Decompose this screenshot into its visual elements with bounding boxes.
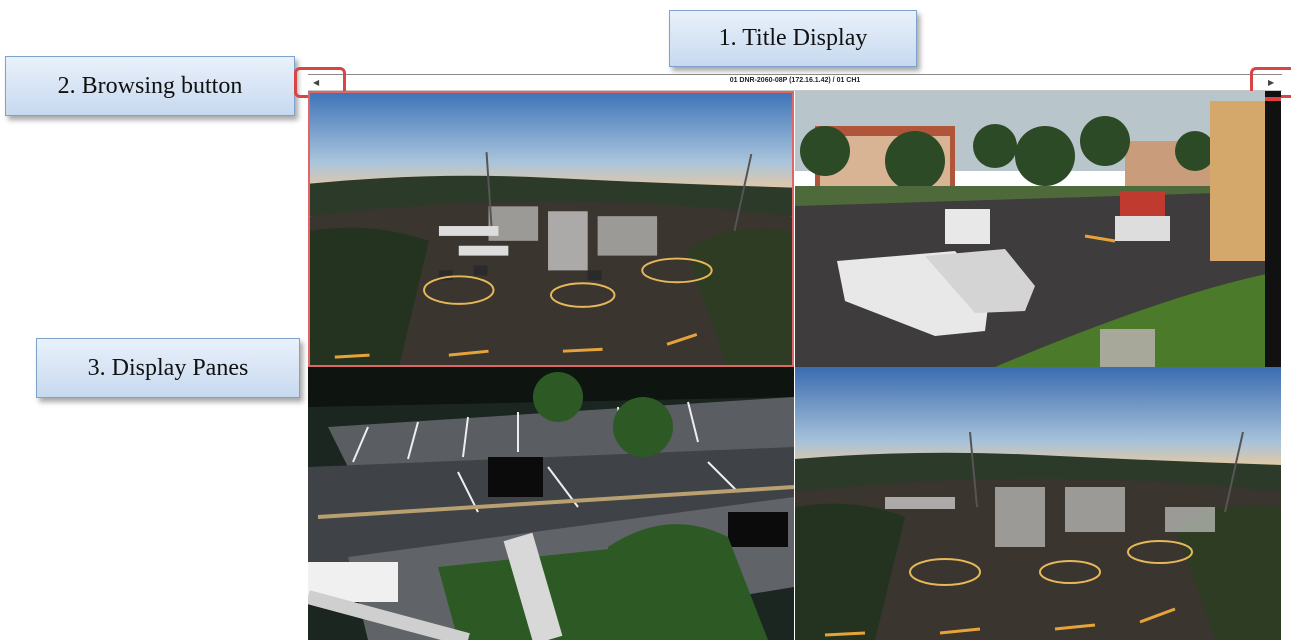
browsing-button-callout-label: 2. Browsing button	[57, 72, 243, 99]
camera-feed-night-lot-image	[308, 367, 794, 640]
display-panes-callout: 3. Display Panes	[36, 338, 300, 398]
chevron-left-icon: ◀	[313, 77, 320, 87]
display-panes-callout-label: 3. Display Panes	[87, 354, 249, 381]
display-pane-4[interactable]	[795, 367, 1281, 640]
browsing-button-callout: 2. Browsing button	[5, 56, 295, 116]
display-pane-1[interactable]	[308, 91, 794, 367]
title-display-callout-label: 1. Title Display	[718, 25, 868, 51]
title-display-callout: 1. Title Display	[669, 10, 917, 67]
chevron-right-icon: ▶	[1268, 77, 1275, 87]
camera-feed-parking-lot-image	[795, 367, 1281, 640]
camera-feed-parking-lot-image	[310, 93, 792, 365]
camera-feed-apartment-lot-image	[795, 91, 1281, 367]
title-bar: 01 DNR-2060-08P (172.16.1.42) / 01 CH1	[308, 74, 1282, 91]
channel-title: 01 DNR-2060-08P (172.16.1.42) / 01 CH1	[729, 77, 861, 84]
display-pane-2[interactable]	[795, 91, 1281, 367]
display-pane-3[interactable]	[308, 367, 794, 640]
